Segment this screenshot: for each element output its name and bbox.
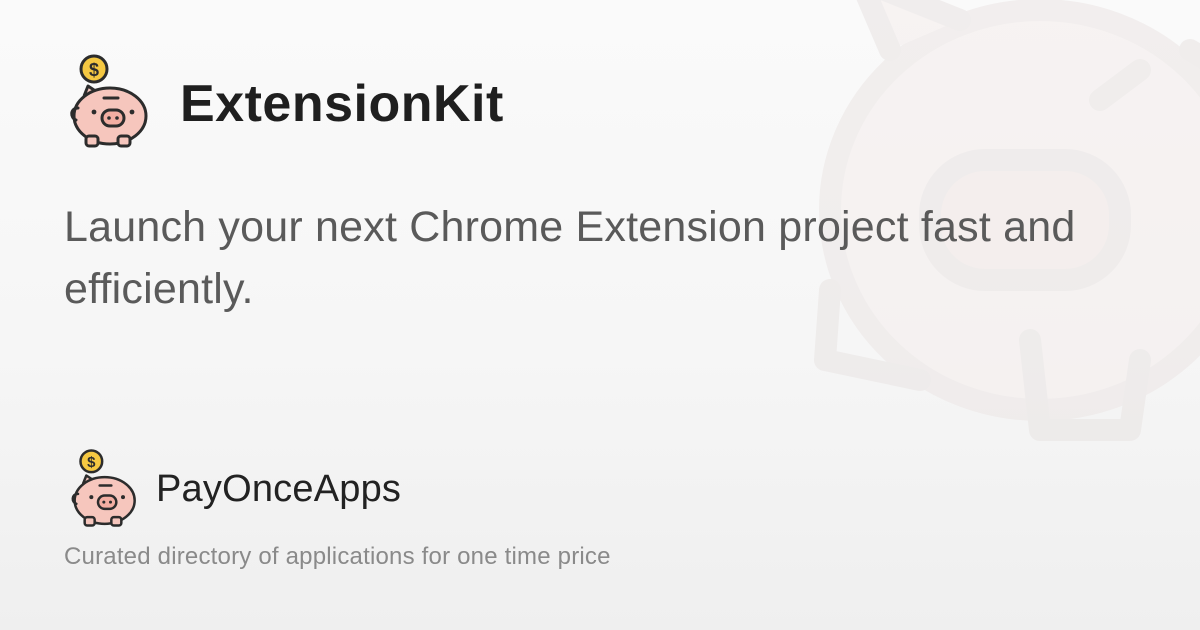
svg-text:$: $	[89, 60, 99, 80]
piggy-bank-coin-icon: $	[66, 52, 150, 150]
app-title: ExtensionKit	[180, 75, 504, 133]
app-tagline: Launch your next Chrome Extension projec…	[64, 203, 1076, 313]
og-card: $ ExtensionKit Launch your next Chrome E…	[0, 0, 1200, 630]
app-header: $ ExtensionKit	[66, 52, 504, 150]
brand-block: $ PayOnceApps	[68, 446, 401, 530]
piggy-bank-coin-icon: $	[68, 446, 138, 530]
svg-text:$: $	[87, 454, 96, 471]
brand-description: Curated directory of applications for on…	[64, 543, 611, 570]
brand-name: PayOnceApps	[156, 467, 402, 510]
